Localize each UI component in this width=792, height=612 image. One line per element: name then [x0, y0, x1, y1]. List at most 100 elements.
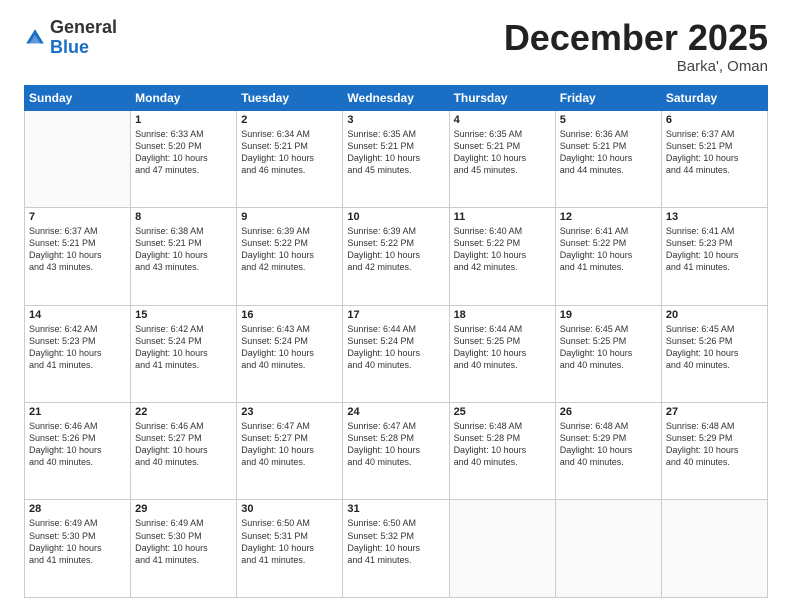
calendar-cell: 29 Sunrise: 6:49 AM Sunset: 5:30 PM Dayli…: [131, 500, 237, 598]
day-number: 20: [666, 309, 763, 321]
day-number: 30: [241, 503, 338, 515]
calendar-cell: [25, 110, 131, 207]
day-number: 16: [241, 309, 338, 321]
calendar-cell: 20 Sunrise: 6:45 AM Sunset: 5:26 PM Dayli…: [661, 305, 767, 402]
calendar-week-row: 28 Sunrise: 6:49 AM Sunset: 5:30 PM Dayli…: [25, 500, 768, 598]
calendar-cell: 22 Sunrise: 6:46 AM Sunset: 5:27 PM Dayli…: [131, 403, 237, 500]
day-number: 7: [29, 211, 126, 223]
calendar-cell: 12 Sunrise: 6:41 AM Sunset: 5:22 PM Dayli…: [555, 208, 661, 305]
calendar-cell: 9Sunrise: 6:39 AM Sunset: 5:22 PM Daylig…: [237, 208, 343, 305]
calendar-cell: 16Sunrise: 6:43 AM Sunset: 5:24 PM Dayli…: [237, 305, 343, 402]
day-number: 6: [666, 114, 763, 126]
cell-info: Sunrise: 6:45 AM Sunset: 5:25 PM Dayligh…: [560, 323, 657, 372]
day-number: 9: [241, 211, 338, 223]
calendar-day-header: Sunday: [25, 85, 131, 110]
calendar-table: SundayMondayTuesdayWednesdayThursdayFrid…: [24, 85, 768, 598]
logo-icon: [24, 27, 46, 49]
cell-info: Sunrise: 6:37 AM Sunset: 5:21 PM Dayligh…: [666, 128, 763, 177]
cell-info: Sunrise: 6:40 AM Sunset: 5:22 PM Dayligh…: [454, 225, 551, 274]
calendar-cell: 19 Sunrise: 6:45 AM Sunset: 5:25 PM Dayli…: [555, 305, 661, 402]
calendar-cell: 13 Sunrise: 6:41 AM Sunset: 5:23 PM Dayli…: [661, 208, 767, 305]
day-number: 13: [666, 211, 763, 223]
cell-info: Sunrise: 6:42 AM Sunset: 5:23 PM Dayligh…: [29, 323, 126, 372]
day-number: 28: [29, 503, 126, 515]
header: General Blue December 2025 Barka', Oman: [24, 18, 768, 75]
month-title: December 2025: [504, 18, 768, 58]
cell-info: Sunrise: 6:48 AM Sunset: 5:28 PM Dayligh…: [454, 420, 551, 469]
calendar-cell: 3 Sunrise: 6:35 AM Sunset: 5:21 PM Daylig…: [343, 110, 449, 207]
day-number: 19: [560, 309, 657, 321]
calendar-cell: 5 Sunrise: 6:36 AM Sunset: 5:21 PM Daylig…: [555, 110, 661, 207]
calendar-day-header: Tuesday: [237, 85, 343, 110]
cell-info: Sunrise: 6:38 AM Sunset: 5:21 PM Dayligh…: [135, 225, 232, 274]
calendar-cell: 24Sunrise: 6:47 AM Sunset: 5:28 PM Dayli…: [343, 403, 449, 500]
cell-info: Sunrise: 6:44 AM Sunset: 5:25 PM Dayligh…: [454, 323, 551, 372]
calendar-week-row: 14Sunrise: 6:42 AM Sunset: 5:23 PM Dayli…: [25, 305, 768, 402]
calendar-day-header: Wednesday: [343, 85, 449, 110]
calendar-cell: 23Sunrise: 6:47 AM Sunset: 5:27 PM Dayli…: [237, 403, 343, 500]
calendar-cell: 27 Sunrise: 6:48 AM Sunset: 5:29 PM Dayli…: [661, 403, 767, 500]
calendar-week-row: 1Sunrise: 6:33 AM Sunset: 5:20 PM Daylig…: [25, 110, 768, 207]
day-number: 25: [454, 406, 551, 418]
day-number: 10: [347, 211, 444, 223]
cell-info: Sunrise: 6:49 AM Sunset: 5:30 PM Dayligh…: [29, 517, 126, 566]
cell-info: Sunrise: 6:36 AM Sunset: 5:21 PM Dayligh…: [560, 128, 657, 177]
day-number: 3: [347, 114, 444, 126]
day-number: 22: [135, 406, 232, 418]
calendar-cell: 25 Sunrise: 6:48 AM Sunset: 5:28 PM Dayli…: [449, 403, 555, 500]
cell-info: Sunrise: 6:39 AM Sunset: 5:22 PM Dayligh…: [347, 225, 444, 274]
title-block: December 2025 Barka', Oman: [504, 18, 768, 75]
day-number: 15: [135, 309, 232, 321]
day-number: 26: [560, 406, 657, 418]
cell-info: Sunrise: 6:45 AM Sunset: 5:26 PM Dayligh…: [666, 323, 763, 372]
calendar-day-header: Monday: [131, 85, 237, 110]
calendar-cell: 11Sunrise: 6:40 AM Sunset: 5:22 PM Dayli…: [449, 208, 555, 305]
day-number: 12: [560, 211, 657, 223]
calendar-day-header: Friday: [555, 85, 661, 110]
calendar-cell: 4Sunrise: 6:35 AM Sunset: 5:21 PM Daylig…: [449, 110, 555, 207]
calendar-header-row: SundayMondayTuesdayWednesdayThursdayFrid…: [25, 85, 768, 110]
cell-info: Sunrise: 6:41 AM Sunset: 5:22 PM Dayligh…: [560, 225, 657, 274]
calendar-cell: [555, 500, 661, 598]
cell-info: Sunrise: 6:41 AM Sunset: 5:23 PM Dayligh…: [666, 225, 763, 274]
cell-info: Sunrise: 6:46 AM Sunset: 5:27 PM Dayligh…: [135, 420, 232, 469]
day-number: 29: [135, 503, 232, 515]
cell-info: Sunrise: 6:47 AM Sunset: 5:28 PM Dayligh…: [347, 420, 444, 469]
day-number: 8: [135, 211, 232, 223]
calendar-cell: 18 Sunrise: 6:44 AM Sunset: 5:25 PM Dayli…: [449, 305, 555, 402]
calendar-day-header: Thursday: [449, 85, 555, 110]
cell-info: Sunrise: 6:47 AM Sunset: 5:27 PM Dayligh…: [241, 420, 338, 469]
cell-info: Sunrise: 6:35 AM Sunset: 5:21 PM Dayligh…: [454, 128, 551, 177]
calendar-cell: 8 Sunrise: 6:38 AM Sunset: 5:21 PM Daylig…: [131, 208, 237, 305]
day-number: 31: [347, 503, 444, 515]
cell-info: Sunrise: 6:48 AM Sunset: 5:29 PM Dayligh…: [560, 420, 657, 469]
cell-info: Sunrise: 6:50 AM Sunset: 5:31 PM Dayligh…: [241, 517, 338, 566]
logo-general-text: General: [50, 17, 117, 37]
page: General Blue December 2025 Barka', Oman …: [0, 0, 792, 612]
calendar-cell: 14Sunrise: 6:42 AM Sunset: 5:23 PM Dayli…: [25, 305, 131, 402]
cell-info: Sunrise: 6:35 AM Sunset: 5:21 PM Dayligh…: [347, 128, 444, 177]
cell-info: Sunrise: 6:49 AM Sunset: 5:30 PM Dayligh…: [135, 517, 232, 566]
calendar-cell: 10 Sunrise: 6:39 AM Sunset: 5:22 PM Dayli…: [343, 208, 449, 305]
cell-info: Sunrise: 6:33 AM Sunset: 5:20 PM Dayligh…: [135, 128, 232, 177]
day-number: 18: [454, 309, 551, 321]
calendar-cell: 31 Sunrise: 6:50 AM Sunset: 5:32 PM Dayli…: [343, 500, 449, 598]
calendar-cell: 26 Sunrise: 6:48 AM Sunset: 5:29 PM Dayli…: [555, 403, 661, 500]
calendar-cell: 7 Sunrise: 6:37 AM Sunset: 5:21 PM Daylig…: [25, 208, 131, 305]
calendar-cell: 17 Sunrise: 6:44 AM Sunset: 5:24 PM Dayli…: [343, 305, 449, 402]
day-number: 5: [560, 114, 657, 126]
cell-info: Sunrise: 6:46 AM Sunset: 5:26 PM Dayligh…: [29, 420, 126, 469]
calendar-week-row: 21Sunrise: 6:46 AM Sunset: 5:26 PM Dayli…: [25, 403, 768, 500]
calendar-cell: 2Sunrise: 6:34 AM Sunset: 5:21 PM Daylig…: [237, 110, 343, 207]
cell-info: Sunrise: 6:37 AM Sunset: 5:21 PM Dayligh…: [29, 225, 126, 274]
calendar-cell: 30 Sunrise: 6:50 AM Sunset: 5:31 PM Dayli…: [237, 500, 343, 598]
calendar-day-header: Saturday: [661, 85, 767, 110]
cell-info: Sunrise: 6:42 AM Sunset: 5:24 PM Dayligh…: [135, 323, 232, 372]
cell-info: Sunrise: 6:48 AM Sunset: 5:29 PM Dayligh…: [666, 420, 763, 469]
cell-info: Sunrise: 6:44 AM Sunset: 5:24 PM Dayligh…: [347, 323, 444, 372]
calendar-cell: [449, 500, 555, 598]
cell-info: Sunrise: 6:50 AM Sunset: 5:32 PM Dayligh…: [347, 517, 444, 566]
calendar-cell: 6 Sunrise: 6:37 AM Sunset: 5:21 PM Daylig…: [661, 110, 767, 207]
day-number: 27: [666, 406, 763, 418]
day-number: 17: [347, 309, 444, 321]
